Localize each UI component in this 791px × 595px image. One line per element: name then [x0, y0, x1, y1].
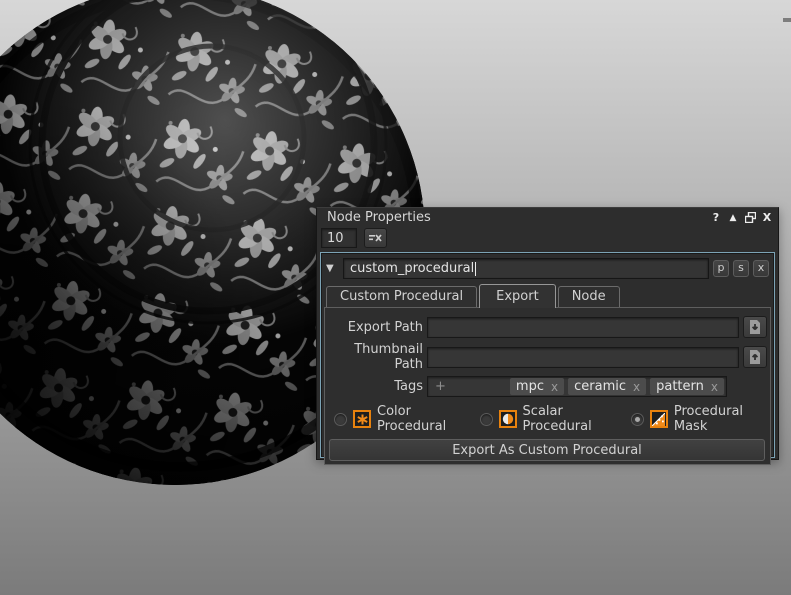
text-cursor [475, 262, 476, 276]
node-name-input[interactable]: custom_procedural [343, 258, 709, 279]
tag-chip[interactable]: mpc x [510, 378, 564, 395]
tag-chip[interactable]: pattern x [650, 378, 724, 395]
tab-bar: Custom Procedural Export Node [324, 283, 771, 307]
radio-button[interactable] [631, 413, 644, 426]
radio-label: Procedural Mask [674, 404, 767, 434]
remove-tag-icon[interactable]: x [711, 380, 718, 394]
contrast-circle-icon [502, 413, 514, 425]
shade-icon[interactable]: ▲ [726, 211, 740, 225]
tab-export[interactable]: Export [479, 284, 556, 308]
node-name-row: ▼ custom_procedural p s x [324, 257, 771, 283]
export-path-row: Export Path [327, 316, 767, 338]
tab-custom-procedural[interactable]: Custom Procedural [326, 286, 477, 307]
scalar-procedural-icon [499, 410, 517, 428]
color-procedural-icon [353, 410, 371, 428]
radio-procedural-mask[interactable]: Procedural Mask [631, 404, 767, 434]
remove-tag-icon[interactable]: x [551, 380, 558, 394]
restore-icon[interactable] [743, 211, 757, 225]
tag-chip[interactable]: ceramic x [568, 378, 646, 395]
close-icon[interactable]: X [760, 211, 774, 225]
restore-window-icon [745, 212, 756, 223]
file-download-icon [749, 320, 761, 334]
clear-history-button[interactable] [364, 228, 387, 248]
thumbnail-path-label: Thumbnail Path [327, 342, 423, 372]
panel-title: Node Properties [327, 210, 706, 225]
tag-label: mpc [516, 379, 544, 394]
radio-color-procedural[interactable]: Color Procedural [334, 404, 471, 434]
node-group-box: ▼ custom_procedural p s x Custom Procedu… [320, 252, 775, 458]
tags-label: Tags [327, 379, 423, 394]
mask-diagonal-icon [652, 413, 665, 426]
procedural-mask-icon [650, 410, 668, 428]
tags-input[interactable]: + mpc x ceramic x pattern x [427, 376, 727, 397]
node-name-value: custom_procedural [350, 261, 474, 276]
tab-node[interactable]: Node [558, 286, 620, 307]
radio-scalar-procedural[interactable]: Scalar Procedural [480, 404, 622, 434]
radio-button[interactable] [334, 413, 347, 426]
history-row: 10 [317, 226, 778, 252]
node-properties-panel: Node Properties ? ▲ X 10 ▼ custom_proced… [316, 207, 779, 460]
viewport-edge-marker [783, 18, 791, 22]
history-count-field[interactable]: 10 [321, 228, 357, 248]
file-upload-icon [749, 350, 761, 364]
tag-label: ceramic [574, 379, 626, 394]
radio-label: Scalar Procedural [523, 404, 622, 434]
clear-list-icon [369, 233, 382, 243]
panel-titlebar[interactable]: Node Properties ? ▲ X [317, 208, 778, 226]
help-icon[interactable]: ? [709, 211, 723, 225]
procedural-type-radios: Color Procedural Scalar Procedural [334, 404, 767, 434]
add-tag-placeholder: + [430, 379, 506, 394]
browse-export-path-button[interactable] [743, 316, 767, 338]
pin-button[interactable]: p [713, 260, 729, 277]
remove-button[interactable]: x [753, 260, 769, 277]
export-path-label: Export Path [327, 320, 423, 335]
collapse-triangle-icon[interactable]: ▼ [326, 263, 339, 274]
solo-button[interactable]: s [733, 260, 749, 277]
thumbnail-path-input[interactable] [427, 347, 739, 368]
tag-label: pattern [656, 379, 704, 394]
thumbnail-path-row: Thumbnail Path [327, 342, 767, 372]
radio-button[interactable] [480, 413, 493, 426]
remove-tag-icon[interactable]: x [633, 380, 640, 394]
asterisk-icon [357, 414, 368, 425]
export-path-input[interactable] [427, 317, 739, 338]
export-tab-content: Export Path Thumbnail Path [324, 307, 771, 465]
browse-thumbnail-path-button[interactable] [743, 346, 767, 368]
export-as-custom-procedural-button[interactable]: Export As Custom Procedural [329, 439, 765, 461]
radio-label: Color Procedural [377, 404, 471, 434]
tags-row: Tags + mpc x ceramic x pattern x [327, 376, 767, 397]
